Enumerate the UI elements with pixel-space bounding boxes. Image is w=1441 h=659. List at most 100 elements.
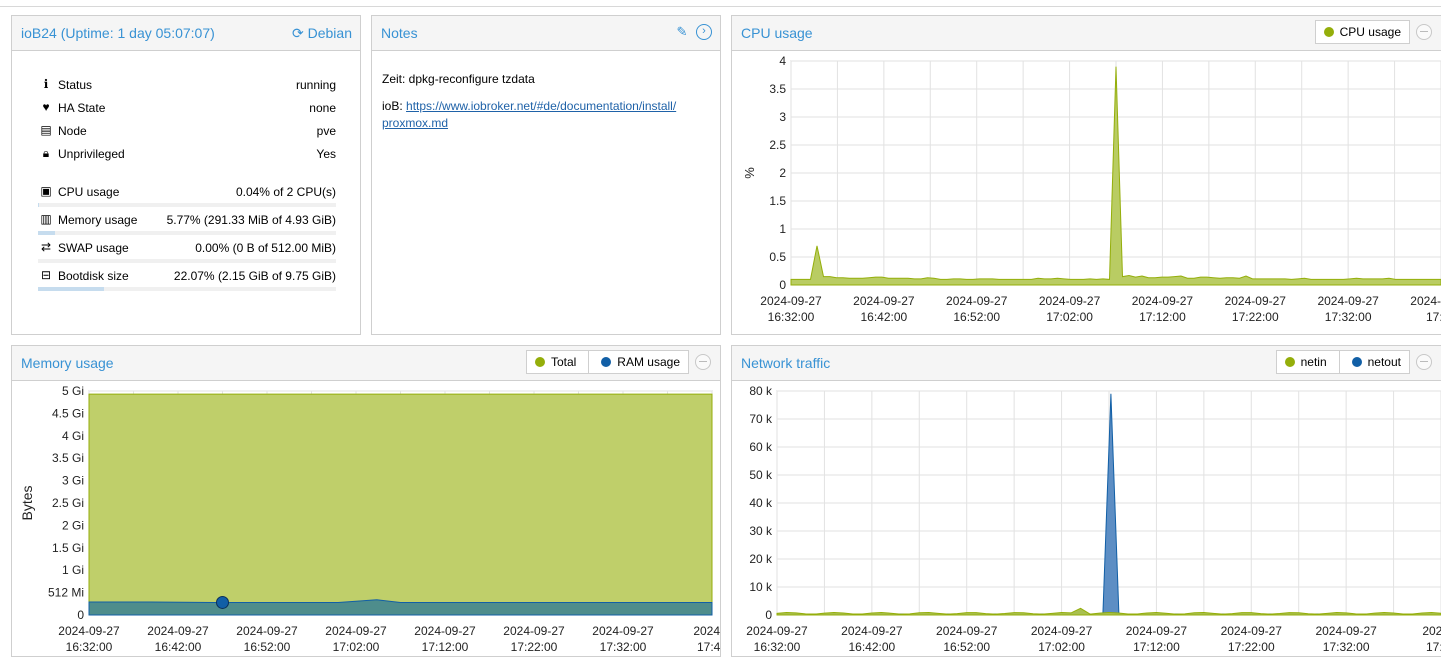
collapse-icon[interactable] — [1416, 354, 1432, 370]
collapse-icon[interactable] — [695, 354, 711, 370]
note-line-2: ioB: https://www.iobroker.net/#de/docume… — [382, 98, 712, 132]
y-axis-label: % — [742, 167, 757, 179]
y-tick-label: 3.5 Gi — [52, 451, 84, 465]
notes-panel-title: Notes — [381, 25, 418, 41]
y-tick-label: 2.5 Gi — [52, 496, 84, 510]
swap-usage-row: ⇄ SWAP usage 0.00% (0 B of 512.00 MiB) — [38, 239, 336, 257]
y-tick-label: 1 Gi — [62, 563, 84, 577]
notes-panel: Notes ✎ › Zeit: dpkg-reconfigure tzdata … — [371, 15, 721, 335]
os-type-label: Debian — [307, 25, 352, 41]
y-tick-label: 70 k — [749, 412, 773, 426]
x-tick-time: 16:52:00 — [943, 640, 990, 654]
status-label: Status — [58, 78, 93, 92]
note-line-1: Zeit: dpkg-reconfigure tzdata — [382, 72, 535, 86]
x-tick-date: 2024-09-27 — [325, 624, 387, 638]
memory-usage-row: ▥ Memory usage 5.77% (291.33 MiB of 4.93… — [38, 211, 336, 229]
ha-state-value: none — [309, 101, 336, 115]
legend-item-netin[interactable]: netin — [1284, 355, 1327, 369]
y-tick-label: 0 — [765, 608, 772, 622]
x-tick-date: 2024-09-27 — [841, 624, 903, 638]
iobroker-doc-link[interactable]: https://www.iobroker.net/#de/documentati… — [382, 99, 676, 130]
chevron-right-icon[interactable]: › — [696, 24, 712, 40]
x-tick-time: 17:41 — [1426, 640, 1441, 654]
ha-state-row: ♥ HA State none — [38, 99, 336, 117]
x-tick-time: 16:32:00 — [768, 310, 815, 324]
y-tick-label: 4 — [779, 54, 786, 68]
x-tick-date: 2024-09-27 — [1039, 294, 1101, 308]
legend-item-cpu[interactable]: CPU usage — [1323, 25, 1401, 39]
y-tick-label: 1.5 — [769, 194, 786, 208]
legend-item-netout[interactable]: netout — [1351, 355, 1401, 369]
status-row: ℹ Status running — [38, 76, 336, 94]
legend-dot-total — [534, 357, 545, 367]
info-icon: ℹ — [43, 77, 49, 91]
notes-panel-header: Notes ✎ › — [372, 16, 720, 50]
x-tick-time: 17:12:00 — [422, 640, 469, 654]
cpu-usage-panel: CPU usage CPU usage 0 0.5 1 1.5 2 2.5 3 3.5 4 202… — [731, 15, 1441, 335]
swap-usage-label: SWAP usage — [58, 241, 129, 255]
top-toolbar-edge — [0, 0, 1441, 7]
node-value: pve — [316, 124, 336, 138]
total-area-series — [88, 393, 713, 616]
x-tick-date: 2024-09-27 — [592, 624, 654, 638]
memory-chart-body: 0 512 Mi 1 Gi 1.5 Gi 2 Gi 2.5 Gi 3 Gi 3.5 Gi 4 G… — [12, 380, 731, 656]
y-tick-label: 4.5 Gi — [52, 406, 84, 420]
memory-usage-panel: Memory usage Total RAM usage 0 512 Mi 1 Gi… — [11, 345, 731, 657]
refresh-icon: ⟳ — [292, 25, 304, 41]
y-tick-label: 30 k — [749, 524, 773, 538]
x-tick-time: 17:22:00 — [1228, 640, 1275, 654]
memory-legend[interactable]: Total RAM usage — [525, 350, 689, 374]
legend-dot-cpu — [1323, 27, 1334, 37]
legend-item-total[interactable]: Total — [534, 355, 576, 369]
memory-chart: 0 512 Mi 1 Gi 1.5 Gi 2 Gi 2.5 Gi 3 Gi 3.5 Gi 4 G… — [19, 384, 731, 654]
x-tick-date: 2024-0 — [1422, 624, 1441, 638]
collapse-icon[interactable] — [1416, 24, 1432, 40]
unprivileged-label: Unprivileged — [58, 147, 125, 161]
y-tick-label: 50 k — [749, 468, 773, 482]
memory-usage-label: Memory usage — [58, 213, 138, 227]
y-tick-label: 80 k — [749, 384, 773, 398]
x-tick-time: 17:41 — [697, 640, 720, 654]
os-type-link[interactable]: ⟳ Debian — [292, 25, 352, 42]
bootdisk-bar — [38, 287, 336, 291]
x-tick-time: 16:32:00 — [754, 640, 801, 654]
ha-state-label: HA State — [58, 101, 106, 115]
cpu-chart-body: 0 0.5 1 1.5 2 2.5 3 3.5 4 2024-09-27 16:32:00 2024-… — [732, 50, 1441, 334]
x-tick-time: 16:32:00 — [66, 640, 113, 654]
network-chart-body: 0 10 k 20 k 30 k 40 k 50 k 60 k 70 k 80 k 2024-09… — [732, 380, 1441, 656]
legend-dot-netin — [1284, 357, 1295, 367]
y-tick-label: 3 — [779, 110, 786, 124]
unprivileged-value: Yes — [316, 147, 336, 161]
cpu-legend[interactable]: CPU usage — [1314, 20, 1410, 44]
x-tick-date: 2024-09-27 — [1221, 624, 1283, 638]
x-tick-date: 2024-09-27 — [1126, 624, 1188, 638]
cpu-usage-row: ▣ CPU usage 0.04% of 2 CPU(s) — [38, 183, 336, 201]
node-label: Node — [58, 124, 87, 138]
legend-item-ram[interactable]: RAM usage — [601, 355, 680, 369]
x-tick-time: 16:52:00 — [244, 640, 291, 654]
network-chart: 0 10 k 20 k 30 k 40 k 50 k 60 k 70 k 80 k 2024-09… — [746, 384, 1441, 654]
cpu-icon: ▣ — [40, 184, 52, 198]
edit-icon[interactable]: ✎ — [674, 24, 690, 40]
x-tick-date: 2024-09-27 — [503, 624, 565, 638]
x-tick-time: 16:42:00 — [860, 310, 907, 324]
status-panel-body: ℹ Status running ♥ HA State none ▤ Node … — [12, 50, 360, 334]
y-tick-label: 512 Mi — [48, 586, 84, 600]
network-traffic-panel: Network traffic netin netout 0 10 k 20 k 30… — [731, 345, 1441, 657]
x-tick-date: 2024-09-27 — [1317, 294, 1379, 308]
x-tick-time: 17:32:00 — [600, 640, 647, 654]
network-legend[interactable]: netin netout — [1275, 350, 1410, 374]
x-tick-date: 2024-09-27 — [853, 294, 915, 308]
y-tick-label: 3.5 — [769, 82, 786, 96]
server-icon: ▤ — [40, 123, 52, 137]
x-tick-time: 17:12:00 — [1133, 640, 1180, 654]
swap-usage-value: 0.00% (0 B of 512.00 MiB) — [195, 241, 336, 255]
memory-panel-title: Memory usage — [21, 355, 114, 371]
x-tick-date: 2024-09-27 — [1225, 294, 1287, 308]
x-tick-date: 2024-09-27 — [1315, 624, 1377, 638]
y-tick-label: 5 Gi — [62, 384, 84, 398]
memory-panel-header: Memory usage Total RAM usage — [12, 346, 720, 380]
x-tick-date: 2024-09-27 — [1031, 624, 1093, 638]
hdd-icon: ⊟ — [40, 268, 52, 282]
x-tick-time: 17:32:00 — [1323, 640, 1370, 654]
